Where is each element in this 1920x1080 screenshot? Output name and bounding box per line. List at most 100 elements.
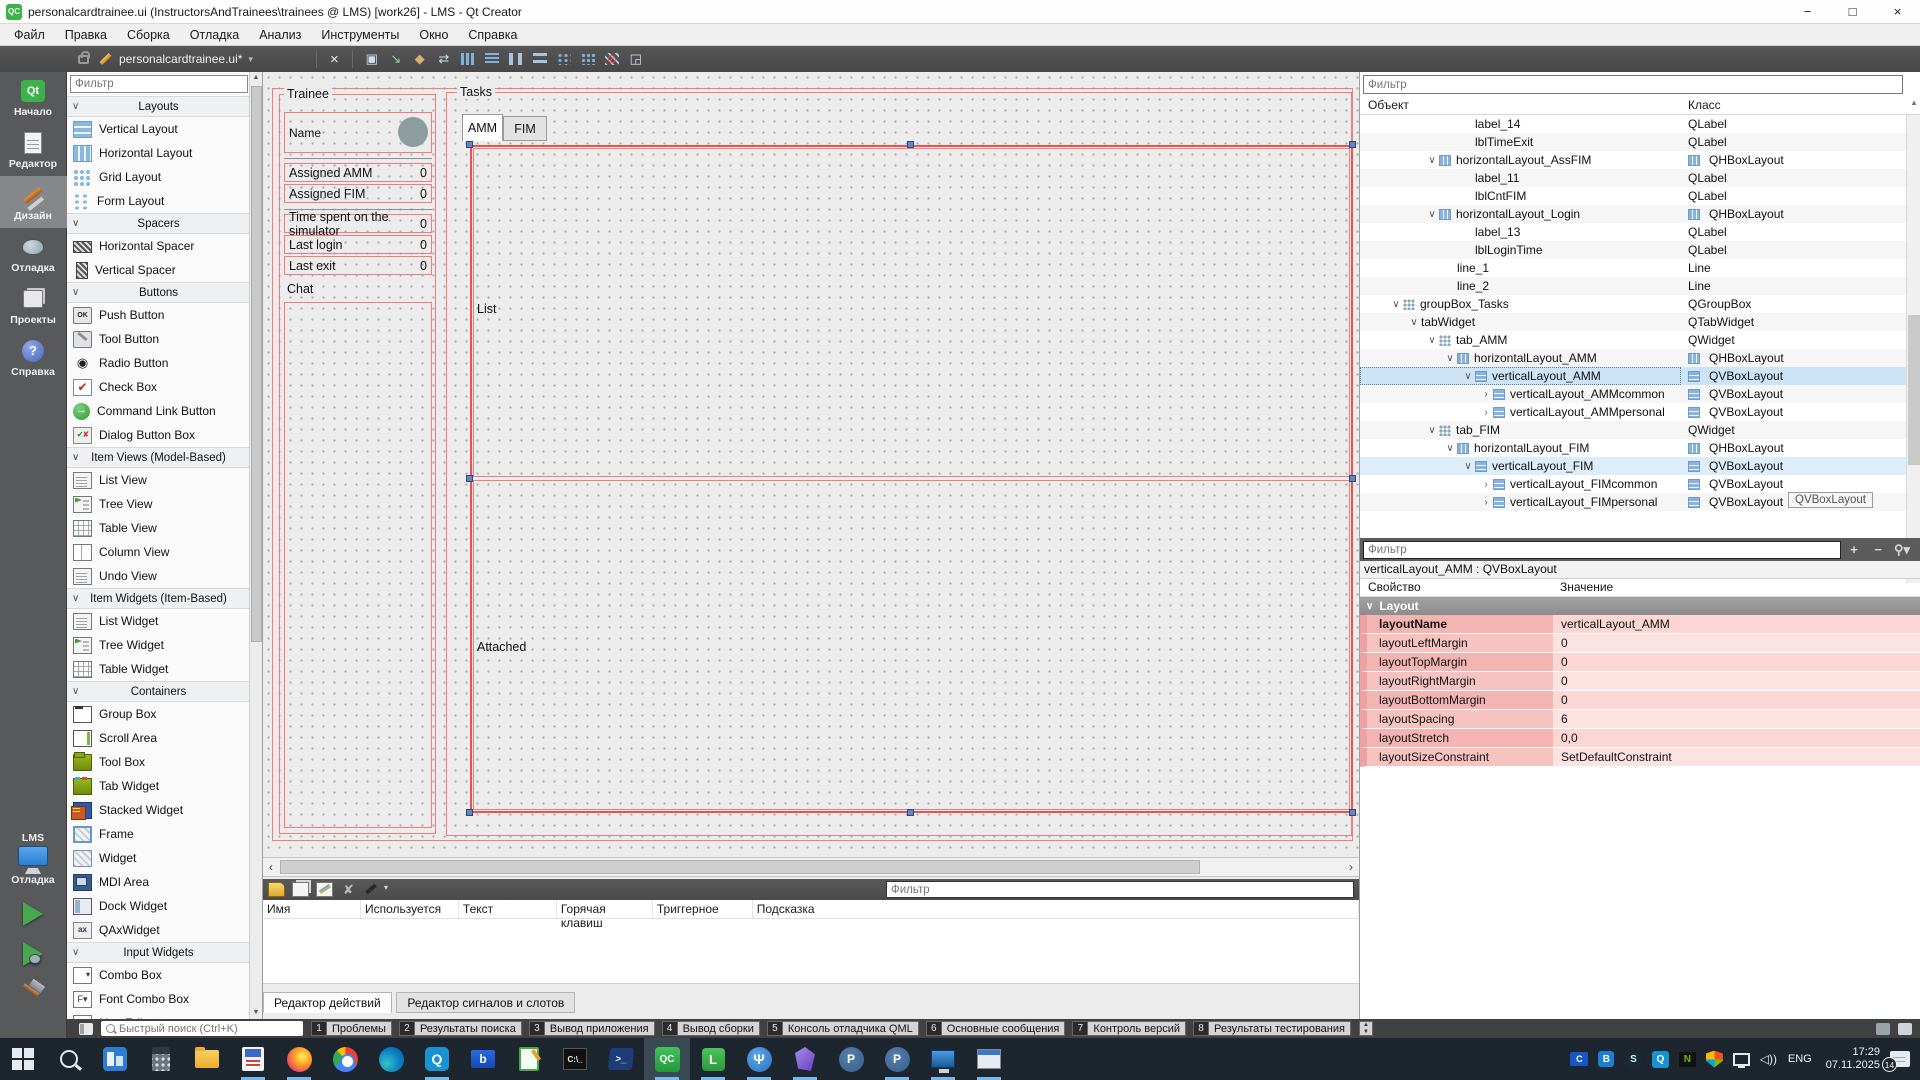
configure-properties-button[interactable]: ⚲▾ <box>1891 541 1913 559</box>
action-column-header[interactable]: Используется <box>361 900 459 918</box>
debug-button[interactable] <box>23 942 43 966</box>
output-pane-2[interactable]: 2Результаты поиска <box>399 1021 522 1036</box>
tree-row-line_2[interactable]: line_2 Line <box>1360 277 1906 295</box>
fork-app[interactable]: Ψ <box>736 1038 782 1080</box>
tree-row-verticalLayout_AMMcommon[interactable]: ›verticalLayout_AMMcommon QVBoxLayout <box>1360 385 1906 403</box>
layout-horizontally-icon[interactable] <box>457 49 479 69</box>
menubar-item[interactable]: Отладка <box>180 25 249 45</box>
widget-item[interactable]: Undo View <box>67 564 250 588</box>
edit-tab-order-icon[interactable]: ⇄ <box>433 49 455 69</box>
language-indicator[interactable]: ENG <box>1788 1053 1812 1065</box>
widget-item[interactable]: Dock Widget <box>67 894 250 918</box>
property-row-layoutLeftMargin[interactable]: layoutLeftMargin 0 <box>1360 634 1920 653</box>
chevron-right-icon[interactable]: › <box>1479 407 1493 418</box>
scroll-up-icon[interactable]: ▲ <box>1910 98 1918 107</box>
volume-icon[interactable]: ◁)) <box>1757 1048 1780 1071</box>
output-pane-4[interactable]: 4Вывод сборки <box>662 1021 760 1036</box>
output-pane-6[interactable]: 6Основные сообщения <box>926 1021 1066 1036</box>
chevron-down-icon[interactable]: ∨ <box>1461 371 1475 382</box>
widget-item[interactable]: ✔Check Box <box>67 375 250 399</box>
menubar-item[interactable]: Окно <box>409 25 458 45</box>
widget-item[interactable]: Vertical Layout <box>67 117 250 141</box>
widget-item[interactable]: Group Box <box>67 702 250 726</box>
widget-item[interactable]: ◉Radio Button <box>67 351 250 375</box>
chat-group-box[interactable] <box>284 302 432 828</box>
powershell-app[interactable]: >_ <box>598 1038 644 1080</box>
notes-app[interactable] <box>506 1038 552 1080</box>
property-row-layoutStretch[interactable]: layoutStretch 0,0 <box>1360 729 1920 748</box>
scroll-down-icon[interactable]: ▼ <box>250 1007 262 1019</box>
layout-grid-icon[interactable] <box>577 49 599 69</box>
chevron-right-icon[interactable]: › <box>1479 497 1493 508</box>
edit-buddies-icon[interactable]: ◆ <box>409 49 431 69</box>
scroll-right-icon[interactable]: › <box>1343 858 1359 876</box>
tree-row-tab_FIM[interactable]: ∨tab_FIM QWidget <box>1360 421 1906 439</box>
tree-row-horizontalLayout_AssFIM[interactable]: ∨horizontalLayout_AssFIM QHBoxLayout <box>1360 151 1906 169</box>
selection-handle[interactable] <box>466 809 473 816</box>
mode-Редактор[interactable]: Редактор <box>0 124 67 176</box>
close-button[interactable]: × <box>1875 0 1920 24</box>
scroll-up-icon[interactable]: ▲ <box>250 72 262 84</box>
tab-AMM[interactable]: AMM <box>462 114 503 141</box>
tree-row-lblTimeExit[interactable]: lblTimeExit QLabel <box>1360 133 1906 151</box>
form-field[interactable]: Time spent on the simulator0 <box>284 214 432 233</box>
layout-vertical-splitter-icon[interactable] <box>529 49 551 69</box>
tray-mail-icon[interactable]: C <box>1568 1048 1591 1071</box>
qt-creator-app[interactable]: QC <box>644 1038 690 1080</box>
sidebar-toggle-icon[interactable] <box>79 1023 93 1035</box>
widget-item[interactable]: Widget <box>67 846 250 870</box>
nvidia-icon[interactable]: N <box>1676 1048 1699 1071</box>
output-panel-icon[interactable] <box>1898 1023 1912 1035</box>
object-tree-scrollbar[interactable] <box>1906 115 1920 583</box>
cmd-app[interactable]: C:\_ <box>552 1038 598 1080</box>
selection-handle[interactable] <box>1349 809 1356 816</box>
tree-row-horizontalLayout_Login[interactable]: ∨horizontalLayout_Login QHBoxLayout <box>1360 205 1906 223</box>
selection-handle[interactable] <box>466 475 473 482</box>
object-filter-input[interactable] <box>1363 75 1903 94</box>
widget-item[interactable]: MDI Area <box>67 870 250 894</box>
remove-property-button[interactable]: − <box>1867 541 1889 559</box>
widget-item[interactable]: abLine Edit <box>67 1011 250 1019</box>
output-pane-8[interactable]: 8Результаты тестирования <box>1193 1021 1351 1036</box>
delete-action-icon[interactable]: ✘ <box>340 882 357 897</box>
build-button[interactable] <box>20 980 46 1006</box>
property-value[interactable]: 0 <box>1553 653 1920 672</box>
output-pane-7[interactable]: 7Контроль версий <box>1072 1021 1186 1036</box>
bottom-tab[interactable]: Редактор сигналов и слотов <box>396 992 575 1013</box>
widget-item[interactable]: OKPush Button <box>67 303 250 327</box>
form-field[interactable]: Last login0 <box>284 235 432 254</box>
widget-item[interactable]: Table Widget <box>67 657 250 681</box>
widget-item[interactable]: Tab Widget <box>67 774 250 798</box>
copy-action-icon[interactable] <box>292 882 309 897</box>
minimize-button[interactable]: − <box>1785 0 1830 24</box>
property-value[interactable]: 0 <box>1553 691 1920 710</box>
canvas-horizontal-scrollbar[interactable]: ‹ › <box>263 857 1359 877</box>
obsidian-app[interactable] <box>782 1038 828 1080</box>
start-button[interactable] <box>0 1038 46 1080</box>
widget-item[interactable]: →Command Link Button <box>67 399 250 423</box>
mode-Проекты[interactable]: Проекты <box>0 280 67 332</box>
widget-item[interactable]: ▾Combo Box <box>67 963 250 987</box>
widget-section-header[interactable]: ∨Input Widgets <box>67 942 250 963</box>
chevron-down-icon[interactable]: ∨ <box>1461 461 1475 472</box>
menubar-item[interactable]: Анализ <box>249 25 311 45</box>
q-app[interactable]: Q <box>414 1038 460 1080</box>
menubar-item[interactable]: Файл <box>4 25 55 45</box>
chevron-down-icon[interactable]: ∨ <box>1443 443 1457 454</box>
mail-app[interactable]: b <box>460 1038 506 1080</box>
widget-filter-input[interactable] <box>70 75 248 93</box>
widgets-button[interactable] <box>92 1038 138 1080</box>
selection-handle[interactable] <box>466 141 473 148</box>
property-row-layoutTopMargin[interactable]: layoutTopMargin 0 <box>1360 653 1920 672</box>
remote-desktop-app[interactable] <box>920 1038 966 1080</box>
open-document-selector[interactable]: personalcardtrainee.ui* ▾ <box>119 52 309 66</box>
mode-Справка[interactable]: ? Справка <box>0 332 67 384</box>
system-window-app[interactable] <box>966 1038 1012 1080</box>
action-column-header[interactable]: Триггерное <box>653 900 753 918</box>
layout-verticalLayout_AMMcommon[interactable] <box>473 148 1350 477</box>
tree-row-tabWidget[interactable]: ∨tabWidget QTabWidget <box>1360 313 1906 331</box>
widget-item[interactable]: Horizontal Spacer <box>67 234 250 258</box>
tree-row-verticalLayout_AMM[interactable]: ∨verticalLayout_AMM QVBoxLayout <box>1360 367 1906 385</box>
widget-item[interactable]: Tool Button <box>67 327 250 351</box>
widget-item[interactable]: F▾Font Combo Box <box>67 987 250 1011</box>
